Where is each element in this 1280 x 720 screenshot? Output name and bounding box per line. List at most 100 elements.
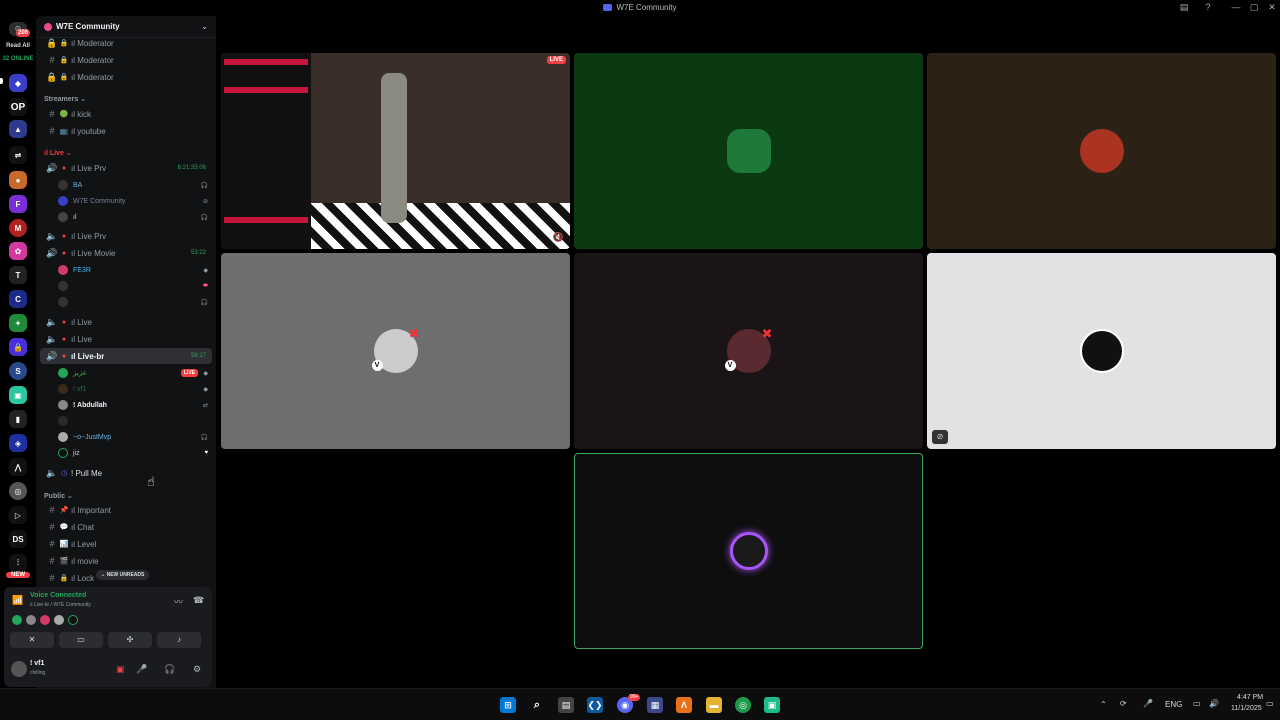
server-op-icon[interactable]: OP — [9, 98, 27, 116]
channel-movie[interactable]: # 🎬 ıl movie — [40, 553, 212, 569]
category-streamers[interactable]: Streamers ⌄ — [44, 95, 86, 103]
signal-icon[interactable]: 📶 — [12, 595, 23, 606]
avatar[interactable] — [68, 615, 78, 625]
server-icon[interactable]: ✿ — [9, 242, 27, 260]
category-live[interactable]: ıl Live ⌄ — [44, 149, 72, 157]
voice-location[interactable]: ıl Live-br / W7E Community — [30, 602, 91, 608]
user-name[interactable]: ! vf1 — [30, 660, 44, 667]
voice-channel-pull-me[interactable]: 🔈 ◷! Pull Me — [40, 465, 212, 481]
voice-user[interactable]: ! Abdullah ⇄ — [58, 397, 212, 413]
app-icon[interactable]: ▣ — [764, 697, 780, 713]
category-public[interactable]: Public ⌄ — [44, 492, 73, 500]
help-icon[interactable]: ? — [1201, 2, 1215, 12]
channel-moderator[interactable]: # 🔒 ıl Moderator — [40, 52, 212, 68]
channel-youtube[interactable]: # 📺 ıl youtube — [40, 123, 212, 139]
clock-date[interactable]: 11/1/2025 — [1231, 705, 1262, 712]
avatar[interactable] — [54, 615, 64, 625]
voice-channel-live-prv[interactable]: 🔊 ● ıl Live Prv 6:21:35:06 — [40, 160, 212, 176]
voice-user[interactable]: عزيز LIVE ◆ — [58, 365, 212, 381]
voice-channel-live[interactable]: 🔈 ● ıl Live — [40, 314, 212, 330]
server-icon[interactable]: ⋀ — [9, 458, 27, 476]
channel-kick[interactable]: # 🟢 ıl kick — [40, 106, 212, 122]
server-icon[interactable]: ⫶ — [9, 554, 27, 572]
server-icon[interactable]: F — [9, 195, 27, 213]
store-icon[interactable]: ▤ — [558, 697, 574, 713]
stream-tile[interactable]: LIVE 🔇 — [221, 53, 570, 249]
soundboard-button[interactable]: ♪ — [157, 632, 201, 648]
clock-time[interactable]: 4:47 PM — [1237, 694, 1263, 701]
server-icon[interactable]: T — [9, 266, 27, 284]
voice-channel-live-prv[interactable]: 🔈 ● ıl Live Prv — [40, 228, 212, 244]
tray-chevron-up-icon[interactable]: ⌃ — [1100, 700, 1107, 709]
avatar[interactable] — [40, 615, 50, 625]
maximize-button[interactable]: ▢ — [1247, 2, 1261, 13]
server-icon[interactable]: ⇌ — [9, 146, 27, 164]
participant-tile[interactable] — [574, 53, 923, 249]
server-icon[interactable]: DS — [9, 530, 27, 548]
channel-moderator[interactable]: 🔒 🔒 ıl Moderator — [40, 35, 212, 51]
avatar[interactable] — [12, 615, 22, 625]
channel-moderator[interactable]: 🔒 🔒 ıl Moderator — [40, 69, 212, 85]
tray-sync-icon[interactable]: ⟳ — [1120, 699, 1127, 708]
noise-suppression-icon[interactable]: 〰 — [174, 595, 183, 608]
start-button[interactable]: ⊞ — [500, 697, 516, 713]
voice-connected-status[interactable]: Voice Connected — [30, 592, 86, 599]
server-icon[interactable]: M — [9, 219, 27, 237]
voice-user[interactable]: 🎧 — [58, 294, 212, 310]
microphone-icon[interactable]: 🎤 — [136, 664, 147, 675]
server-icon[interactable]: 🔒 — [9, 338, 27, 356]
voice-user[interactable] — [58, 413, 212, 429]
voice-user[interactable]: jiz ♥ — [58, 445, 212, 461]
chrome-icon[interactable]: ◎ — [735, 697, 751, 713]
minimize-button[interactable]: — — [1229, 2, 1243, 12]
participant-tile[interactable]: V ✖ — [221, 253, 570, 449]
camera-icon[interactable]: ▣ — [116, 664, 125, 675]
voice-user[interactable]: ıl 🎧 — [58, 209, 212, 225]
language-indicator[interactable]: ENG — [1165, 700, 1182, 709]
app-icon[interactable]: Λ — [676, 697, 692, 713]
server-icon[interactable]: ▣ — [9, 386, 27, 404]
search-icon[interactable]: ⌕ — [529, 697, 545, 713]
muted-speaker-icon[interactable]: 🔇 — [553, 232, 564, 243]
file-explorer-icon[interactable]: ▬ — [706, 697, 722, 713]
voice-channel-live-br[interactable]: 🔊 ● ıl Live-br 58:17 — [40, 348, 212, 364]
voice-user[interactable]: W7E Community ⊘ — [58, 193, 212, 209]
server-icon[interactable]: ▷ — [9, 506, 27, 524]
participant-tile[interactable]: V ✖ — [574, 253, 923, 449]
voice-user[interactable]: ! vf1 ◆ — [58, 381, 212, 397]
server-icon[interactable]: ◎ — [9, 482, 27, 500]
headphones-icon[interactable]: 🎧 — [164, 664, 175, 675]
disconnect-icon[interactable]: ☎ — [193, 595, 204, 606]
notifications-icon[interactable]: ▭ — [1266, 699, 1274, 708]
volume-icon[interactable]: 🔊 — [1209, 699, 1219, 708]
camera-off-button[interactable]: ✕ — [10, 632, 54, 648]
vscode-icon[interactable]: ❮❯ — [587, 697, 603, 713]
channel-chat[interactable]: # 💬 ıl Chat — [40, 519, 212, 535]
server-icon[interactable]: S — [9, 362, 27, 380]
server-icon[interactable]: ▮ — [9, 410, 27, 428]
voice-user[interactable]: ⬬ — [58, 278, 212, 294]
participant-tile[interactable] — [927, 53, 1276, 249]
voice-user[interactable]: ~o~JustMvp 🎧 — [58, 429, 212, 445]
avatar[interactable] — [26, 615, 36, 625]
participant-tile-speaking[interactable] — [574, 453, 923, 649]
inbox-icon[interactable]: ▤ — [1177, 2, 1191, 13]
server-icon[interactable]: ✦ — [9, 314, 27, 332]
server-icon[interactable]: ◆ — [9, 74, 27, 92]
network-icon[interactable]: ▭ — [1193, 699, 1201, 708]
voice-user[interactable]: FE3R ◆ — [58, 262, 212, 278]
voice-channel-live-movie[interactable]: 🔊 ● ıl Live Movie 53:22 — [40, 245, 212, 261]
screen-share-button[interactable]: ▭ — [59, 632, 103, 648]
participant-tile[interactable]: ⊘ — [927, 253, 1276, 449]
settings-gear-icon[interactable]: ⚙ — [193, 664, 201, 675]
read-all-button[interactable]: Read All — [0, 43, 36, 49]
server-icon[interactable]: C — [9, 290, 27, 308]
tray-mic-icon[interactable]: 🎤 — [1143, 699, 1153, 708]
server-icon[interactable]: ◈ — [9, 434, 27, 452]
channel-important[interactable]: # 📌 ıl Important — [40, 502, 212, 518]
server-icon[interactable]: ▲ — [9, 120, 27, 138]
voice-user[interactable]: BA 🎧 — [58, 177, 212, 193]
activities-button[interactable]: ✣ — [108, 632, 152, 648]
app-icon[interactable]: ▦ — [647, 697, 663, 713]
new-unreads-button[interactable]: ⌄ NEW UNREADS — [96, 570, 150, 580]
